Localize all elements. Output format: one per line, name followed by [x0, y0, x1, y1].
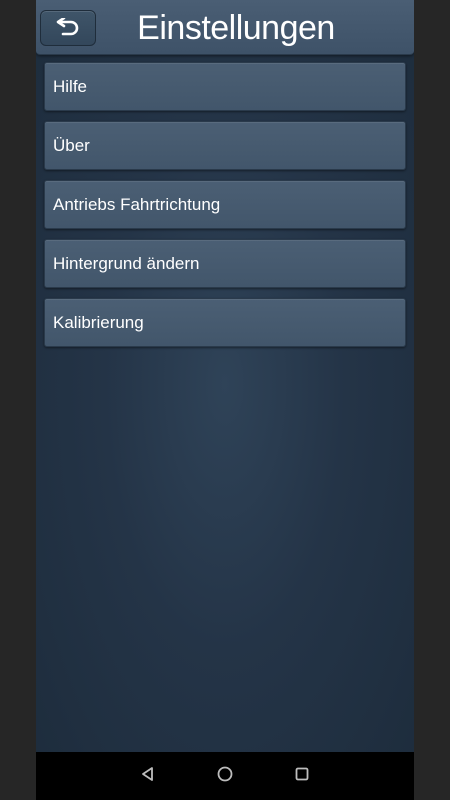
header-bar: Einstellungen: [36, 0, 414, 55]
menu-item-change-background[interactable]: Hintergrund ändern: [44, 239, 406, 288]
back-button[interactable]: [40, 10, 96, 46]
nav-back-button[interactable]: [136, 764, 160, 788]
menu-item-about[interactable]: Über: [44, 121, 406, 170]
nav-home-button[interactable]: [213, 764, 237, 788]
nav-recents-button[interactable]: [290, 764, 314, 788]
back-triangle-icon: [140, 766, 156, 787]
menu-item-label: Antriebs Fahrtrichtung: [53, 194, 221, 214]
menu-item-label: Hintergrund ändern: [53, 253, 200, 273]
menu-item-label: Hilfe: [53, 76, 88, 96]
system-nav-bar: [36, 752, 414, 800]
home-circle-icon: [216, 765, 234, 788]
settings-screen: Einstellungen Hilfe Über Antriebs Fahrtr…: [36, 0, 414, 800]
menu-item-label: Kalibrierung: [53, 312, 144, 332]
recents-square-icon: [294, 766, 310, 787]
page-title: Einstellungen: [137, 9, 335, 47]
settings-menu: Hilfe Über Antriebs Fahrtrichtung Hinter…: [44, 62, 406, 357]
menu-item-calibration[interactable]: Kalibrierung: [44, 298, 406, 347]
menu-item-help[interactable]: Hilfe: [44, 62, 406, 111]
menu-item-drive-direction[interactable]: Antriebs Fahrtrichtung: [44, 180, 406, 229]
back-arrow-icon: [55, 18, 81, 38]
menu-item-label: Über: [53, 135, 90, 155]
